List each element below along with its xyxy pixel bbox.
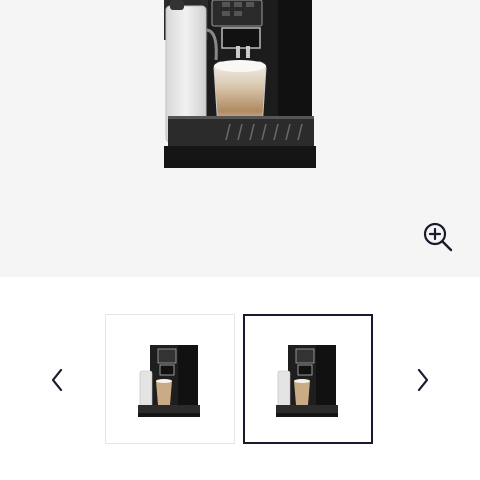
next-image-button[interactable]: [408, 362, 438, 398]
coffee-machine-thumbnail: [276, 345, 338, 417]
coffee-machine-image: [164, 0, 316, 168]
coffee-machine-thumbnail: [138, 345, 200, 417]
zoom-in-icon: [423, 222, 453, 252]
thumbnail-carousel: [0, 277, 480, 480]
previous-image-button[interactable]: [42, 362, 72, 398]
thumbnail-1[interactable]: [105, 314, 235, 444]
chevron-right-icon: [417, 368, 429, 392]
thumbnail-2-selected[interactable]: [243, 314, 373, 444]
zoom-button[interactable]: [418, 217, 458, 257]
product-image-viewer: [0, 0, 480, 277]
chevron-left-icon: [51, 368, 63, 392]
